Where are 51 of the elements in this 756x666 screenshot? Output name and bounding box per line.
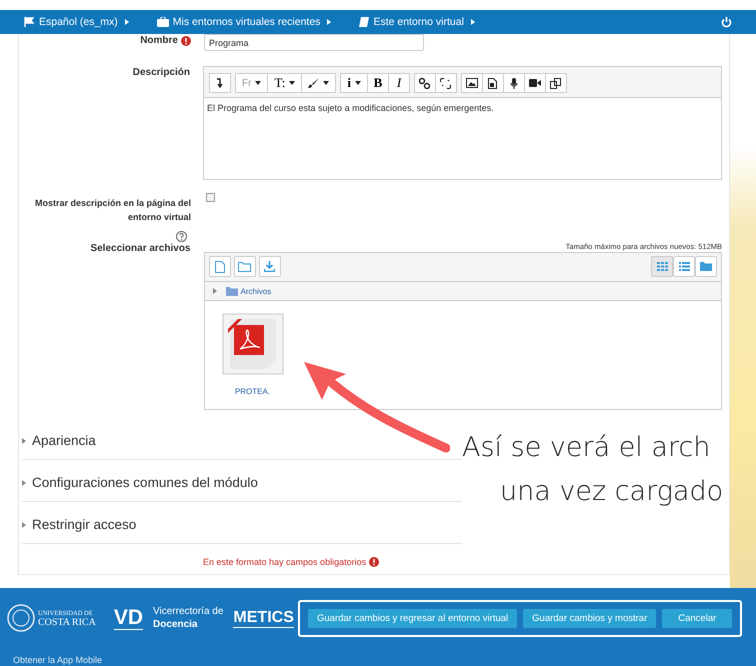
folder-icon [226,286,238,296]
show-description-checkbox[interactable] [206,193,215,202]
bold-button[interactable]: B [366,73,389,93]
folder-path-link[interactable]: Archivos [240,286,272,296]
name-input-field[interactable]: Programa [204,34,424,51]
field-label: Mostrar descripción en la página del entorno virtual [34,197,191,224]
nav-menu-link[interactable]: Mis entornos virtuales recientes [156,16,332,28]
brush-dropdown[interactable] [301,73,336,93]
app-link[interactable]: Obtener la App Mobile [13,654,102,666]
microphone-icon[interactable] [502,73,525,93]
brush-icon [308,78,320,88]
required-icon [369,557,380,567]
video-camera-icon[interactable] [524,73,546,93]
info-dropdown[interactable]: i [340,73,368,93]
description-text-area[interactable]: El Programa del curso esta sujeto a modificaciones, según emergentes. [204,97,721,179]
italic-button[interactable]: I [388,73,410,93]
list-view-icon[interactable] [673,256,695,277]
file-name-link[interactable]: PROTEA. [234,387,270,396]
unlink-icon[interactable] [434,73,457,93]
collapsible-section-header[interactable]: Apariencia [22,433,96,448]
vd-logo-text: VD [114,606,144,630]
power-icon[interactable] [721,16,732,28]
link-icon[interactable] [414,73,436,93]
required-fields-note: En este formato hay campos obligatorios [203,557,366,567]
font-size-dropdown[interactable]: T: [267,73,302,93]
add-file-icon[interactable] [208,256,230,277]
metics-logo-text: METICS [233,608,294,628]
field-label: Seleccionar archivos [90,242,190,256]
annotation-text: una vez cargado [500,475,724,509]
help-icon[interactable] [176,231,187,242]
collapsible-section-header[interactable]: Restringir acceso [22,517,136,532]
annotation-text: Así se verá el arch [462,431,712,465]
media-file-icon[interactable] [482,73,504,93]
folder-icon[interactable] [234,256,256,277]
field-label: Descripción [132,66,190,80]
university-logo-text: COSTA RICA [38,618,96,627]
image-icon[interactable] [460,73,483,93]
copy-icon[interactable] [544,73,567,93]
logo-caption: Docencia [153,618,198,631]
nav-menu-link[interactable]: Este entorno virtual [359,16,475,28]
nav-menu-link[interactable]: Español (es_mx) [24,16,129,28]
briefcase-icon [156,17,169,27]
field-label: Nombre [140,34,178,48]
logo-caption: Vicerrectoría de [153,605,224,618]
undo-icon[interactable] [209,73,231,93]
university-seal-icon [7,604,35,632]
pdf-file-icon[interactable] [222,313,284,375]
flag-icon [24,17,35,27]
collapsible-section-header[interactable]: Configuraciones comunes del módulo [22,475,258,490]
folder-view-icon[interactable] [695,256,717,277]
download-icon[interactable] [258,256,280,277]
